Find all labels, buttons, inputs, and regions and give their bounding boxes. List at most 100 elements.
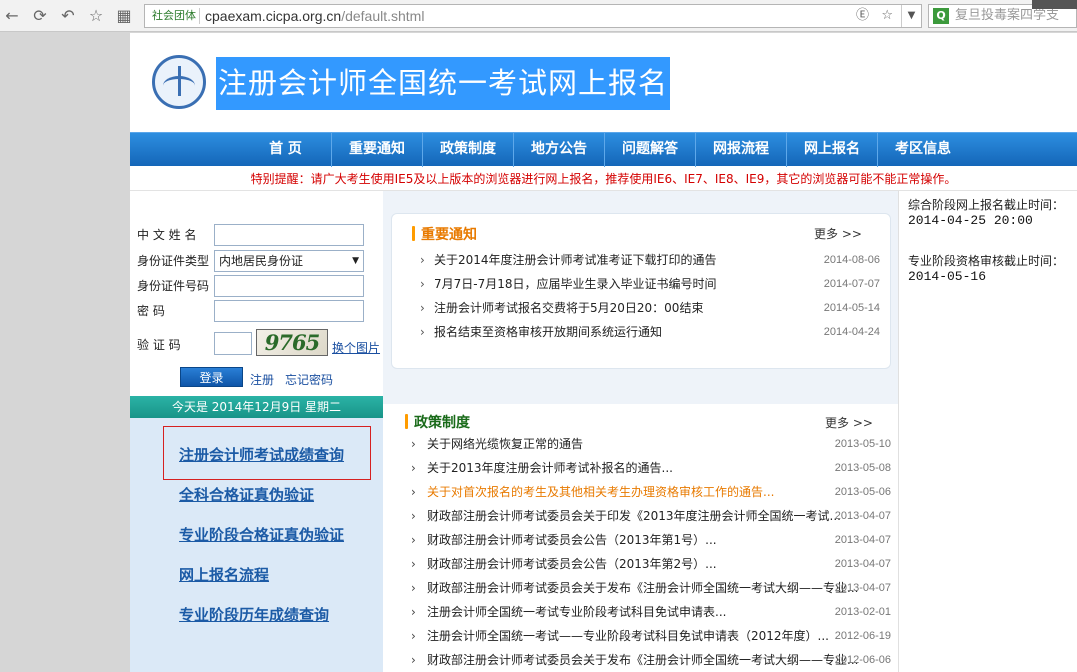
nav-item[interactable]: 政策制度 — [422, 133, 513, 167]
policy-item[interactable]: 关于对首次报名的考生及其他相关考生办理资格审核工作的通告... 2013-05-0… — [411, 480, 891, 504]
browser-notice: 特别提醒：请广大考生使用IE5及以上版本的浏览器进行网上报名，推荐使用IE6、I… — [130, 167, 1077, 191]
policy-more-link[interactable]: 更多 >> — [825, 414, 873, 431]
important-more-link[interactable]: 更多 >> — [814, 225, 862, 242]
policy-item-date: 2013-04-07 — [834, 558, 891, 570]
id-number-input[interactable] — [214, 275, 364, 297]
nav-item[interactable]: 考区信息 — [877, 133, 968, 167]
deadline-value: 2014-04-25 20:00 — [908, 213, 1033, 228]
favorite-star-icon[interactable]: ☆ — [881, 8, 893, 24]
middle-column: 重要通知 更多 >> 关于2014年度注册会计师考试准考证下载打印的通告 2014… — [383, 191, 898, 672]
policy-item[interactable]: 财政部注册会计师考试委员会关于印发《2013年度注册会计师全国统一考试...20… — [411, 504, 891, 528]
compat-mode-icon[interactable]: Ⓔ — [856, 8, 869, 24]
nav-item[interactable]: 地方公告 — [513, 133, 604, 167]
keyboard-indicator — [1032, 0, 1077, 9]
policy-item[interactable]: 关于网络光缆恢复正常的通告 2013-05-10 — [411, 432, 891, 456]
deadline-panel: 综合阶段网上报名截止时间： 2014-04-25 20:00 专业阶段资格审核截… — [898, 191, 1077, 672]
policy-item-title[interactable]: 注册会计师全国统一考试专业阶段考试科目免试申请表... — [411, 604, 726, 620]
name-input[interactable] — [214, 224, 364, 246]
policy-item-title[interactable]: 财政部注册会计师考试委员会关于发布《注册会计师全国统一考试大纲——专业... — [411, 580, 858, 596]
notice-title[interactable]: 7月7日-7月18日，应届毕业生录入毕业证书编号时间 — [420, 276, 717, 292]
nav-item[interactable]: 首 页 — [240, 133, 331, 167]
notice-item[interactable]: 注册会计师考试报名交费将于5月20日20：00结束 2014-05-14 — [420, 296, 880, 320]
cicpa-logo — [152, 55, 206, 109]
notice-date: 2014-05-14 — [823, 302, 880, 314]
policy-item-date: 2013-05-08 — [834, 462, 891, 474]
deadline-label: 专业阶段资格审核截止时间： — [908, 254, 1065, 268]
url-text[interactable]: cpaexam.cicpa.org.cn/default.shtml — [205, 8, 424, 24]
policy-item-date: 2013-05-10 — [834, 438, 891, 450]
important-notice-panel: 重要通知 更多 >> 关于2014年度注册会计师考试准考证下载打印的通告 2014… — [391, 213, 891, 369]
search-engine-icon: Q — [933, 8, 949, 24]
notice-title[interactable]: 报名结束至资格审核开放期间系统运行通知 — [420, 324, 662, 340]
site-category-tag: 社会团体 — [149, 8, 200, 24]
browser-toolbar: ← ⟳ ↶ ☆ ▦ 社会团体 cpaexam.cicpa.org.cn/defa… — [0, 0, 1077, 32]
policy-item-title[interactable]: 财政部注册会计师考试委员会公告（2013年第1号）... — [411, 532, 717, 548]
score-query-link[interactable]: 注册会计师考试成绩查询 — [179, 444, 344, 465]
policy-item-date: 2013-05-06 — [834, 486, 891, 498]
id-type-label: 身份证件类型 — [137, 254, 210, 268]
password-input[interactable] — [214, 300, 364, 322]
policy-item[interactable]: 财政部注册会计师考试委员会公告（2013年第1号）... 2013-04-07 — [411, 528, 891, 552]
address-bar[interactable]: 社会团体 cpaexam.cicpa.org.cn/default.shtml … — [144, 4, 922, 28]
date-bar: 今天是 2014年12月9日 星期二 — [130, 396, 383, 418]
notice-title[interactable]: 关于2014年度注册会计师考试准考证下载打印的通告 — [420, 252, 717, 268]
captcha-input[interactable] — [214, 332, 252, 355]
policy-item[interactable]: 注册会计师全国统一考试——专业阶段考试科目免试申请表（2012年度）... 201… — [411, 624, 891, 648]
page-content: 注册会计师全国统一考试网上报名 首 页重要通知 政策制度 地方公告 问题解答 网报流程网… — [130, 33, 1077, 672]
notice-item[interactable]: 7月7日-7月18日，应届毕业生录入毕业证书编号时间 2014-07-07 — [420, 272, 880, 296]
site-header: 注册会计师全国统一考试网上报名 — [130, 33, 1077, 132]
id-number-label: 身份证件号码 — [137, 279, 210, 293]
policy-title: 政策制度 — [405, 412, 470, 432]
star-icon[interactable]: ☆ — [86, 6, 106, 26]
policy-item-title[interactable]: 关于网络光缆恢复正常的通告 — [411, 436, 583, 452]
policy-item-title[interactable]: 关于对首次报名的考生及其他相关考生办理资格审核工作的通告... — [411, 484, 774, 500]
notice-item[interactable]: 关于2014年度注册会计师考试准考证下载打印的通告 2014-08-06 — [420, 248, 880, 272]
search-text: 复旦投毒案四学支 — [955, 8, 1060, 23]
policy-item[interactable]: 关于2013年度注册会计师考试补报名的通告... 2013-05-08 — [411, 456, 891, 480]
register-link[interactable]: 注册 — [250, 371, 274, 388]
refresh-captcha-link[interactable]: 换个图片 — [332, 339, 380, 356]
important-notice-title: 重要通知 — [412, 224, 477, 244]
cert-verify-link[interactable]: 全科合格证真伪验证 — [179, 484, 314, 505]
id-type-select[interactable]: 内地居民身份证 ▼ — [214, 250, 364, 272]
notice-date: 2014-07-07 — [823, 278, 880, 290]
password-label: 密 码 — [137, 304, 165, 318]
deadline-label: 综合阶段网上报名截止时间： — [908, 198, 1065, 212]
forgot-password-link[interactable]: 忘记密码 — [285, 371, 333, 388]
nav-item[interactable]: 重要通知 — [331, 133, 422, 167]
registration-flow-link[interactable]: 网上报名流程 — [179, 564, 269, 585]
policy-item-date: 2012-06-19 — [834, 630, 891, 642]
policy-item-title[interactable]: 财政部注册会计师考试委员会公告（2013年第2号）... — [411, 556, 717, 572]
policy-item-title[interactable]: 关于2013年度注册会计师考试补报名的通告... — [411, 460, 673, 476]
policy-item[interactable]: 财政部注册会计师考试委员会关于发布《注册会计师全国统一考试大纲——专业...20… — [411, 648, 891, 672]
captcha-image[interactable]: 9765 — [256, 329, 328, 356]
policy-item[interactable]: 注册会计师全国统一考试专业阶段考试科目免试申请表... 2013-02-01 — [411, 600, 891, 624]
grid-icon[interactable]: ▦ — [114, 6, 134, 26]
nav-item[interactable]: 网上报名 — [786, 133, 877, 167]
nav-item[interactable]: 问题解答 — [604, 133, 695, 167]
nav-item[interactable]: 网报流程 — [695, 133, 786, 167]
left-column: 中 文 姓 名 身份证件类型 内地居民身份证 ▼ 身份证件号码 密 码 验 证 码… — [130, 191, 383, 672]
notice-title[interactable]: 注册会计师考试报名交费将于5月20日20：00结束 — [420, 300, 703, 316]
policy-panel: 政策制度 更多 >> 关于网络光缆恢复正常的通告 2013-05-10 关于2013… — [383, 404, 898, 672]
history-score-link[interactable]: 专业阶段历年成绩查询 — [179, 604, 329, 625]
policy-item[interactable]: 财政部注册会计师考试委员会关于发布《注册会计师全国统一考试大纲——专业...20… — [411, 576, 891, 600]
policy-item-date: 2013-04-07 — [834, 510, 891, 522]
policy-item[interactable]: 财政部注册会计师考试委员会公告（2013年第2号）... 2013-04-07 — [411, 552, 891, 576]
stage-cert-verify-link[interactable]: 专业阶段合格证真伪验证 — [179, 524, 344, 545]
policy-item-date: 2013-04-07 — [834, 534, 891, 546]
captcha-label: 验 证 码 — [137, 338, 181, 352]
login-button[interactable]: 登录 — [180, 367, 243, 387]
policy-item-date: 2013-04-07 — [834, 582, 891, 594]
notice-date: 2014-08-06 — [823, 254, 880, 266]
policy-item-title[interactable]: 财政部注册会计师考试委员会关于发布《注册会计师全国统一考试大纲——专业... — [411, 652, 858, 668]
policy-item-title[interactable]: 财政部注册会计师考试委员会关于印发《2013年度注册会计师全国统一考试... — [411, 508, 841, 524]
policy-item-title[interactable]: 注册会计师全国统一考试——专业阶段考试科目免试申请表（2012年度）... — [411, 628, 829, 644]
reload-icon[interactable]: ⟳ — [30, 6, 50, 26]
policy-item-date: 2013-02-01 — [834, 606, 891, 618]
notice-item[interactable]: 报名结束至资格审核开放期间系统运行通知 2014-04-24 — [420, 320, 880, 344]
chevron-down-icon: ▼ — [352, 256, 359, 266]
back-icon[interactable]: ← — [2, 6, 22, 26]
undo-icon[interactable]: ↶ — [58, 6, 78, 26]
address-dropdown-icon[interactable]: ▼ — [901, 5, 921, 27]
